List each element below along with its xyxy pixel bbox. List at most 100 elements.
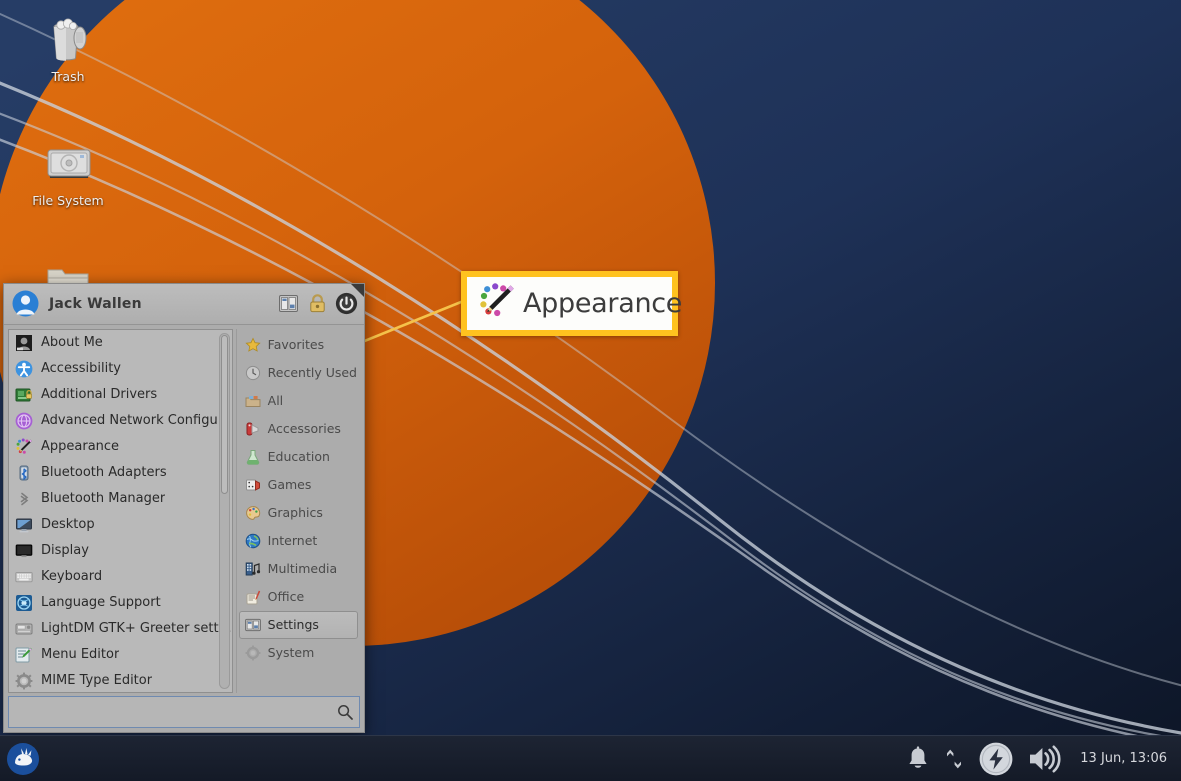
appearance-icon [15,438,33,456]
education-icon [245,449,261,465]
desktop-settings-icon [15,516,33,534]
app-list-item[interactable]: About Me [9,330,232,356]
category-multimedia[interactable]: Multimedia [239,555,358,583]
category-label: All [267,393,284,409]
clock[interactable]: 13 Jun, 13:06 [1076,751,1167,766]
application-list[interactable]: About Me Accessibility Additional Driver… [8,328,233,693]
app-list-item[interactable]: Display [9,538,232,564]
category-internet[interactable]: Internet [239,527,358,555]
category-recently-used[interactable]: Recently Used [239,359,358,387]
app-list-item[interactable]: Additional Drivers [9,382,232,408]
desktop-icon-file-system[interactable]: File System [20,138,116,208]
app-list-item[interactable]: Bluetooth Manager [9,486,232,512]
app-list-item[interactable]: Keyboard [9,564,232,590]
all-icon [245,393,261,409]
system-icon [245,645,261,661]
power-bolt-icon[interactable] [978,741,1014,777]
app-label: Desktop [41,517,95,533]
network-config-icon [15,412,33,430]
category-list[interactable]: Favorites Recently Used All Accessories … [235,328,360,693]
category-label: Multimedia [267,561,338,577]
category-label: Education [267,449,330,465]
lightdm-greeter-icon [15,620,33,638]
app-list-item-appearance[interactable]: Appearance [9,434,232,460]
app-list-item[interactable]: Desktop [9,512,232,538]
desktop-icon-label: File System [32,193,104,208]
category-favorites[interactable]: Favorites [239,331,358,359]
about-me-icon [15,334,33,352]
category-label: System [267,645,315,661]
category-label: Graphics [267,505,323,521]
app-label: LightDM GTK+ Greeter settings [41,621,232,637]
app-list-item[interactable]: Language Support [9,590,232,616]
callout-inner: Appearance [467,277,682,330]
category-system[interactable]: System [239,639,358,667]
category-label: Accessories [267,421,341,437]
app-label: MIME Type Editor [41,673,153,689]
desktop-icon-trash[interactable]: Trash [20,14,116,84]
hard-drive-icon [20,138,116,190]
internet-icon [245,533,261,549]
speaker-icon[interactable] [1028,744,1062,774]
whisker-menu-header: Jack Wallen [4,284,364,325]
settings-icon [244,617,261,633]
taskbar-panel[interactable]: 13 Jun, 13:06 [0,735,1181,781]
category-office[interactable]: Office [239,583,358,611]
application-list-scrollbar[interactable] [218,332,230,689]
keyboard-icon [15,568,33,586]
menu-editor-icon [15,646,33,664]
office-icon [245,589,261,605]
app-label: Display [41,543,89,559]
multimedia-icon [245,561,261,577]
star-icon [245,337,261,353]
games-icon [245,477,261,493]
display-icon [15,542,33,560]
system-tray[interactable]: 13 Jun, 13:06 [906,741,1181,777]
callout-label: Appearance [523,288,683,319]
app-label: Language Support [41,595,161,611]
lock-screen-button[interactable] [303,290,331,318]
app-list-item[interactable]: Advanced Network Configuration [9,408,232,434]
resize-grip[interactable] [351,284,364,297]
applications-menu-button[interactable] [0,736,46,781]
mime-type-editor-icon [15,672,33,690]
app-list-item[interactable]: MIME Type Editor [9,668,232,692]
app-list-item[interactable]: Menu Editor [9,642,232,668]
app-list-item[interactable]: Bluetooth Adapters [9,460,232,486]
scrollbar-thumb[interactable] [220,334,228,495]
desktop-icon-label: Trash [51,69,85,84]
avatar[interactable] [12,290,39,317]
app-label: Menu Editor [41,647,120,663]
search-input[interactable] [16,697,337,727]
app-label: Accessibility [41,361,121,377]
category-label: Settings [267,617,319,633]
category-label: Recently Used [267,365,357,381]
bluetooth-adapters-icon [15,464,33,482]
network-updown-icon[interactable] [944,747,964,771]
settings-manager-button[interactable] [274,290,302,318]
accessibility-icon [15,360,33,378]
category-education[interactable]: Education [239,443,358,471]
app-label: Bluetooth Adapters [41,465,167,481]
app-list-item[interactable]: Accessibility [9,356,232,382]
category-label: Favorites [267,337,325,353]
whisker-menu[interactable]: Jack Wallen About Me Accessibility Addit… [3,283,365,733]
desktop[interactable]: Trash File System Jack Wallen About Me A… [0,0,1181,781]
app-label: Additional Drivers [41,387,158,403]
category-settings[interactable]: Settings [238,610,358,639]
category-games[interactable]: Games [239,471,358,499]
accessories-icon [245,421,261,437]
search-icon[interactable] [337,704,353,720]
trash-icon [20,14,116,66]
search-box[interactable] [8,696,360,728]
category-label: Office [267,589,305,605]
username-label: Jack Wallen [49,295,142,312]
bell-icon[interactable] [906,745,930,772]
app-label: Advanced Network Configuration [41,413,232,429]
app-label: Bluetooth Manager [41,491,166,507]
category-accessories[interactable]: Accessories [239,415,358,443]
language-support-icon [15,594,33,612]
app-list-item[interactable]: LightDM GTK+ Greeter settings [9,616,232,642]
category-all[interactable]: All [239,387,358,415]
category-graphics[interactable]: Graphics [239,499,358,527]
